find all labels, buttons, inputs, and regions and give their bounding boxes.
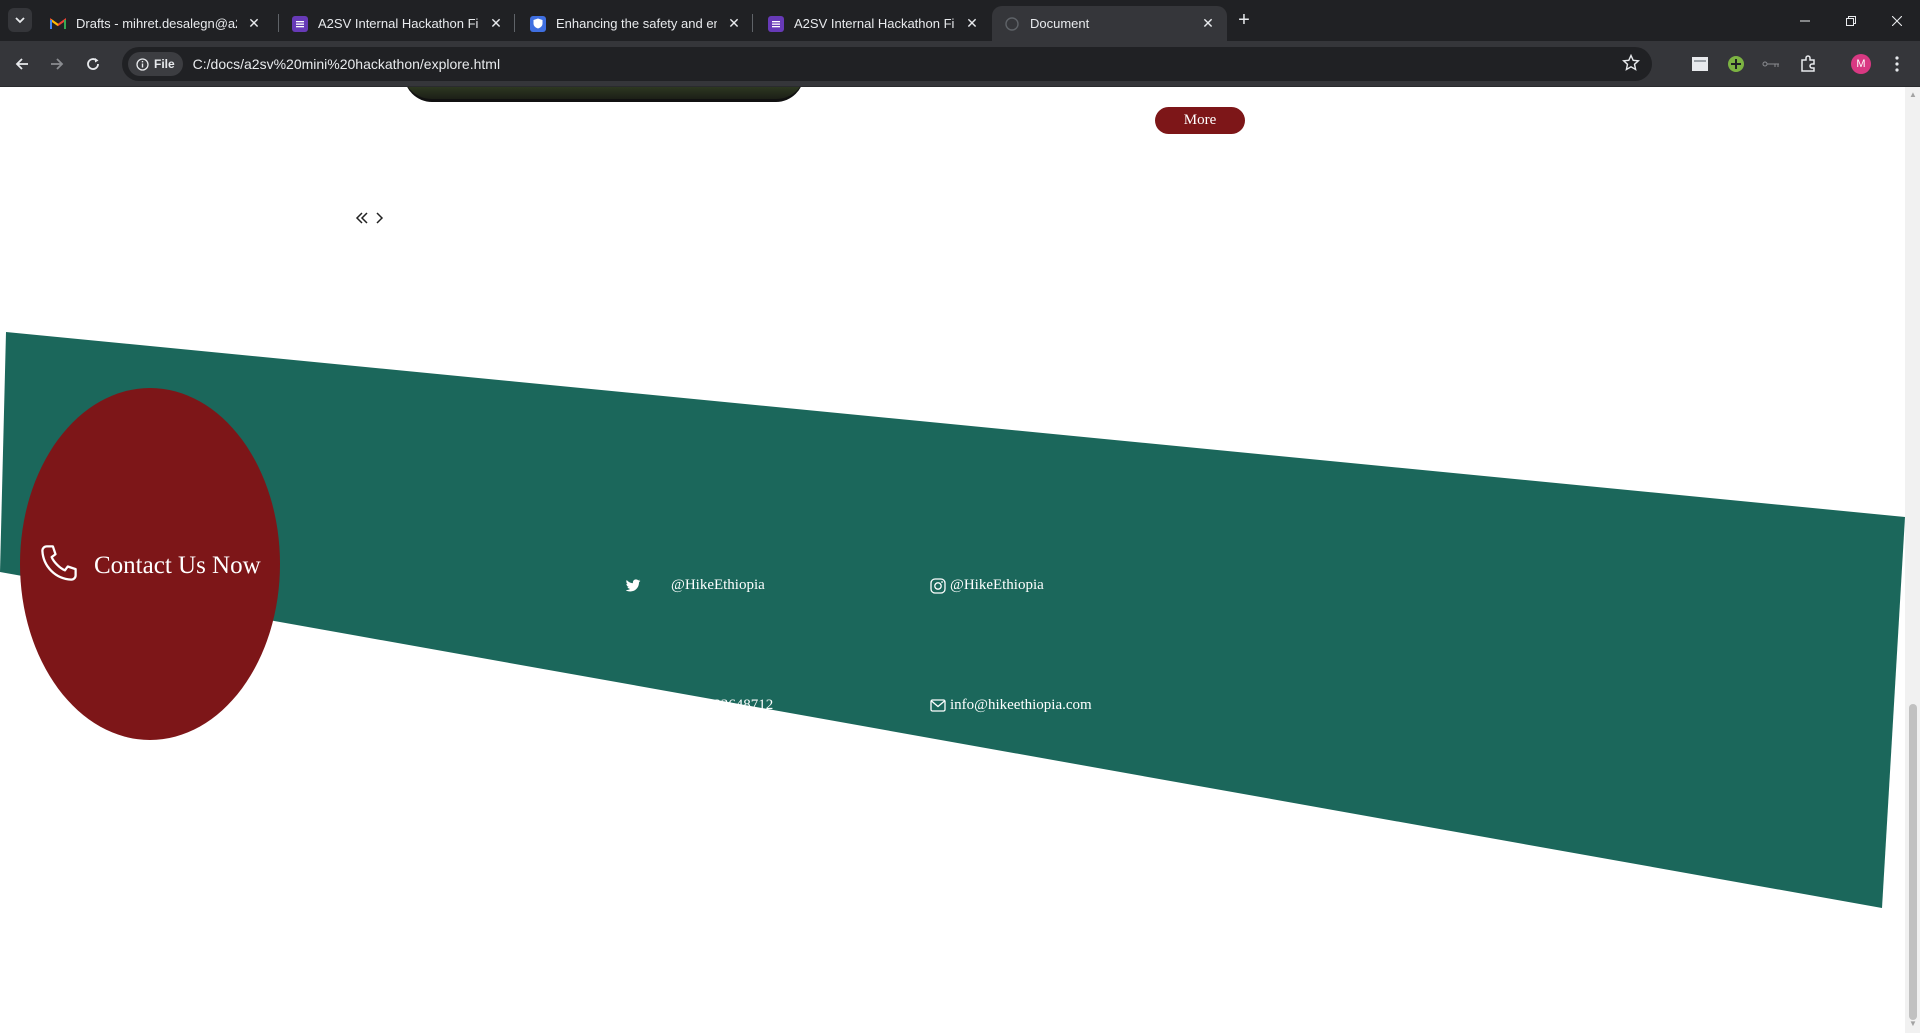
tab-strip: Drafts - mihret.desalegn@a2sv ✕ A2SV Int… (0, 0, 1920, 41)
tab-divider (752, 14, 753, 32)
reload-button[interactable] (79, 50, 107, 78)
tab-divider (278, 14, 279, 32)
info-icon (136, 57, 149, 71)
phone-icon (626, 698, 641, 713)
tab-title: Enhancing the safety and enjoy (556, 16, 717, 31)
scrollbar-thumb[interactable] (1909, 704, 1917, 1020)
scroll-up-icon[interactable]: ▲ (1909, 91, 1917, 99)
profile-avatar[interactable]: M (1851, 54, 1871, 74)
bookmark-star-icon[interactable] (1621, 53, 1641, 77)
phone-number[interactable]: +251 983648712 (626, 697, 773, 714)
site-info-chip[interactable]: File (128, 52, 183, 76)
twitter-handle-text: @HikeEthiopia (671, 577, 765, 593)
tab-title: A2SV Internal Hackathon Final ( (318, 16, 479, 31)
reload-icon (87, 58, 99, 70)
footer-band-shape (0, 332, 1905, 908)
contact-us-label: Contact Us Now (94, 551, 261, 579)
forward-button[interactable] (43, 50, 71, 78)
extension-plus-icon[interactable] (1725, 53, 1747, 75)
footer-band (0, 332, 1905, 908)
extension-password-icon[interactable] (1760, 53, 1782, 75)
close-icon (1892, 15, 1902, 26)
plus-icon: + (1238, 8, 1250, 31)
site-info-label: File (154, 57, 175, 71)
arrow-right-icon (51, 58, 64, 70)
instagram-icon (930, 577, 946, 594)
instagram-handle[interactable]: @HikeEthiopia (930, 577, 1044, 594)
minimize-icon (1800, 20, 1810, 21)
tab-divider (514, 14, 515, 32)
phone-icon (38, 542, 80, 589)
back-button[interactable] (8, 50, 36, 78)
globe-icon (1004, 16, 1020, 32)
tab-title: A2SV Internal Hackathon Final ( (794, 16, 955, 31)
browser-toolbar: File C:/docs/a2sv%20mini%20hackathon/exp… (0, 41, 1920, 87)
tab-enhancing-safety[interactable]: Enhancing the safety and enjoy ✕ (518, 6, 753, 41)
instagram-handle-text: @HikeEthiopia (950, 577, 1044, 593)
contact-us-link[interactable]: Contact Us Now (38, 542, 261, 589)
tab-hackathon-form-1[interactable]: A2SV Internal Hackathon Final ( ✕ (280, 6, 515, 41)
phone-number-text: +251 983648712 (671, 697, 774, 713)
address-bar[interactable]: File C:/docs/a2sv%20mini%20hackathon/exp… (122, 47, 1652, 81)
email-address[interactable]: info@hikeethiopia.com (930, 697, 1092, 714)
forms-icon (292, 15, 308, 32)
close-icon[interactable]: ✕ (725, 15, 743, 33)
tab-title: Document (1030, 16, 1090, 31)
tab-hackathon-form-2[interactable]: A2SV Internal Hackathon Final ( ✕ (756, 6, 991, 41)
more-menu-icon[interactable] (1886, 53, 1908, 75)
scroll-down-icon[interactable]: ▼ (1909, 1020, 1917, 1028)
new-tab-button[interactable]: + (1232, 8, 1256, 32)
close-icon[interactable]: ✕ (487, 15, 505, 33)
mail-icon (930, 699, 946, 712)
extension-screenshot-icon[interactable] (1689, 53, 1711, 75)
page-viewport: More Contact Us Now @HikeEthiopia @HikeE… (0, 87, 1905, 1033)
tab-gmail-drafts[interactable]: Drafts - mihret.desalegn@a2sv ✕ (38, 6, 273, 41)
minimize-button[interactable] (1782, 0, 1828, 41)
forms-icon (768, 15, 784, 32)
gmail-icon (50, 16, 66, 32)
close-icon[interactable]: ✕ (1199, 15, 1217, 33)
chevron-down-icon (15, 17, 25, 24)
twitter-icon (626, 579, 641, 592)
tab-document[interactable]: Document ✕ (992, 6, 1227, 41)
arrow-left-icon (15, 58, 28, 70)
email-address-text: info@hikeethiopia.com (950, 697, 1092, 713)
url-text: C:/docs/a2sv%20mini%20hackathon/explore.… (192, 56, 501, 72)
close-icon[interactable]: ✕ (963, 15, 981, 33)
restore-button[interactable] (1828, 0, 1874, 41)
extensions-puzzle-icon[interactable] (1797, 53, 1819, 75)
shield-icon (530, 15, 546, 32)
tab-search-button[interactable] (8, 8, 32, 32)
twitter-handle[interactable]: @HikeEthiopia (626, 577, 765, 594)
close-icon[interactable]: ✕ (245, 15, 263, 33)
page-scrollbar[interactable]: ▲ ▼ (1905, 87, 1920, 1033)
close-window-button[interactable] (1874, 0, 1920, 41)
tab-title: Drafts - mihret.desalegn@a2sv (76, 16, 237, 31)
restore-icon (1846, 15, 1856, 26)
